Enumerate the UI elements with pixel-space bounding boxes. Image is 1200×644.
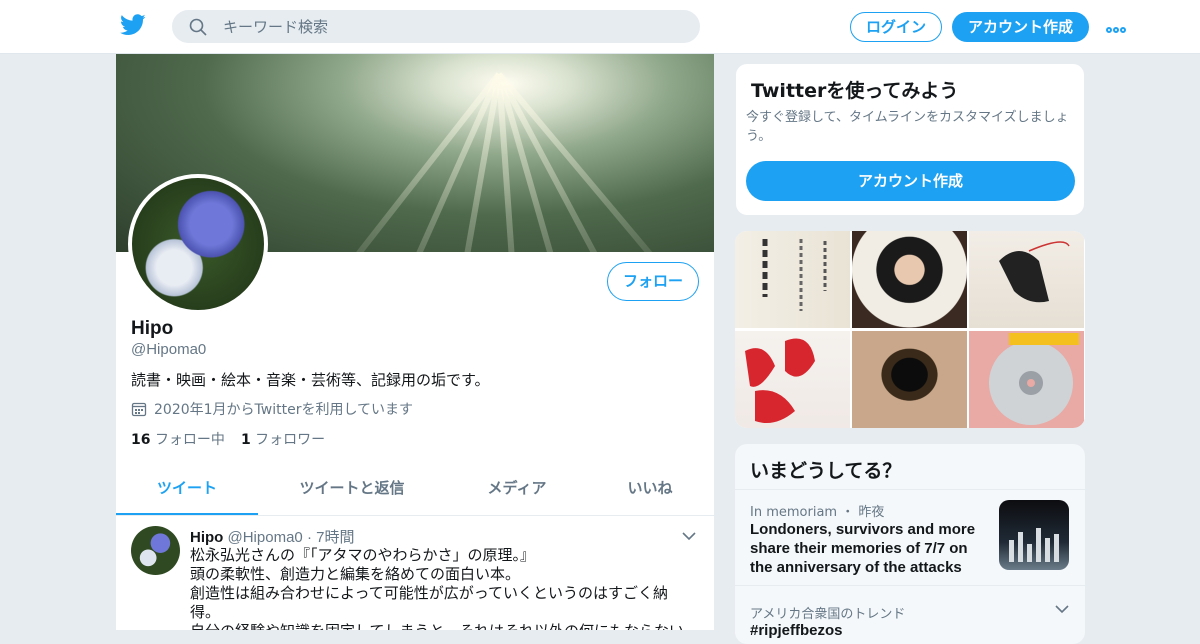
chevron-down-icon[interactable] — [682, 532, 696, 541]
profile-tabs: ツイート ツイートと返信 メディア いいね — [116, 464, 714, 516]
media-thumbnail[interactable] — [969, 331, 1084, 428]
divider — [735, 489, 1085, 490]
album-cover-image — [999, 241, 1070, 303]
signup-card-description: 今すぐ登録して、タイムラインをカスタマイズしましょう。 — [746, 110, 1069, 144]
profile-handle: @Hipoma0 — [131, 341, 207, 358]
tweet-line: 創造性は組み合わせによって可能性が広がっていくというのはすごく納得。 — [190, 584, 669, 621]
follow-button[interactable]: フォロー — [607, 262, 699, 301]
join-date-text: 2020年1月からTwitterを利用しています — [154, 402, 414, 418]
tweet-author-handle[interactable]: @Hipoma0 — [228, 529, 303, 546]
trend-thumbnail[interactable] — [999, 500, 1069, 570]
followers-count: 1 — [240, 432, 251, 448]
profile-stats: 16 フォロー中 1 フォロワー — [131, 429, 325, 449]
tweet-author-name[interactable]: Hipo — [190, 529, 223, 546]
profile-column: フォロー Hipo @Hipoma0 読書・映画・絵本・音楽・芸術等、記録用の垢… — [116, 54, 714, 630]
following-label: フォロー中 — [154, 432, 225, 448]
dvd-disc-image — [989, 333, 1079, 425]
signup-button[interactable]: アカウント作成 — [952, 12, 1089, 42]
search-box[interactable] — [172, 10, 700, 43]
trend-headline[interactable]: Londoners, survivors and more share thei… — [750, 520, 990, 577]
tab-tweets[interactable]: ツイート — [116, 464, 258, 515]
profile-bio: 読書・映画・絵本・音楽・芸術等、記録用の垢です。 — [131, 371, 490, 389]
search-icon — [189, 18, 207, 36]
more-options-icon[interactable] — [1106, 20, 1132, 34]
login-button[interactable]: ログイン — [850, 12, 942, 42]
followers-stat[interactable]: 1 フォロワー — [241, 432, 325, 448]
book-cover-image — [762, 239, 827, 311]
profile-name: Hipo — [131, 318, 174, 339]
media-thumbnail[interactable] — [852, 231, 967, 328]
profile-avatar[interactable] — [128, 174, 268, 314]
tweet-time[interactable]: 7時間 — [316, 529, 354, 546]
tweet-line: 松永弘光さんの『「アタマのやわらかさ」の原理。』 — [190, 546, 536, 564]
search-input[interactable] — [223, 11, 683, 42]
tweet-line: 自分の経験や知識を固定してしまうと、それはそれ以外の何にもならない — [190, 622, 690, 630]
signup-card: Twitterを使ってみよう 今すぐ登録して、タイムラインをカスタマイズしましょ… — [735, 63, 1085, 216]
following-count: 16 — [131, 432, 151, 448]
following-stat[interactable]: 16 フォロー中 — [131, 432, 225, 448]
media-thumbnail[interactable] — [852, 331, 967, 428]
trend-meta: In memoriam ・ 昨夜 — [750, 505, 885, 520]
calendar-icon — [131, 402, 147, 417]
followers-label: フォロワー — [255, 432, 326, 448]
tab-media[interactable]: メディア — [446, 464, 588, 515]
trends-panel: いまどうしてる？ In memoriam ・ 昨夜 Londoners, sur… — [735, 444, 1085, 644]
tweet-avatar[interactable] — [131, 526, 180, 575]
media-thumbnail[interactable] — [735, 331, 850, 428]
twitter-bird-icon[interactable] — [120, 14, 146, 36]
media-grid — [735, 231, 1085, 428]
media-thumbnail[interactable] — [735, 231, 850, 328]
tweet-header: Hipo @Hipoma0 · 7時間 — [190, 526, 354, 547]
tweet-line: 頭の柔軟性、創造力と編集を絡めての面白い本。 — [190, 565, 521, 583]
book-cover-image — [745, 338, 815, 424]
tab-likes[interactable]: いいね — [586, 464, 714, 515]
tweet[interactable]: Hipo @Hipoma0 · 7時間 松永弘光さんの『「アタマのやわらかさ」の… — [116, 516, 714, 630]
top-navigation-bar: ログイン アカウント作成 — [0, 0, 1200, 54]
signup-card-button[interactable]: アカウント作成 — [746, 161, 1075, 201]
chevron-down-icon[interactable] — [1055, 605, 1069, 614]
tweet-text: 松永弘光さんの『「アタマのやわらかさ」の原理。』 頭の柔軟性、創造力と編集を絡め… — [190, 546, 690, 630]
signup-card-title: Twitterを使ってみよう — [751, 80, 959, 102]
media-thumbnail[interactable] — [969, 231, 1084, 328]
trend-hashtag[interactable]: #ripjeffbezos — [750, 622, 843, 639]
divider — [735, 585, 1085, 586]
tweet-dot-separator: · — [306, 529, 312, 546]
profile-join-date: 2020年1月からTwitterを利用しています — [131, 399, 413, 419]
tab-tweets-and-replies[interactable]: ツイートと返信 — [281, 464, 423, 515]
trend-location: アメリカ合衆国のトレンド — [750, 607, 906, 622]
trends-title: いまどうしてる？ — [750, 460, 902, 482]
